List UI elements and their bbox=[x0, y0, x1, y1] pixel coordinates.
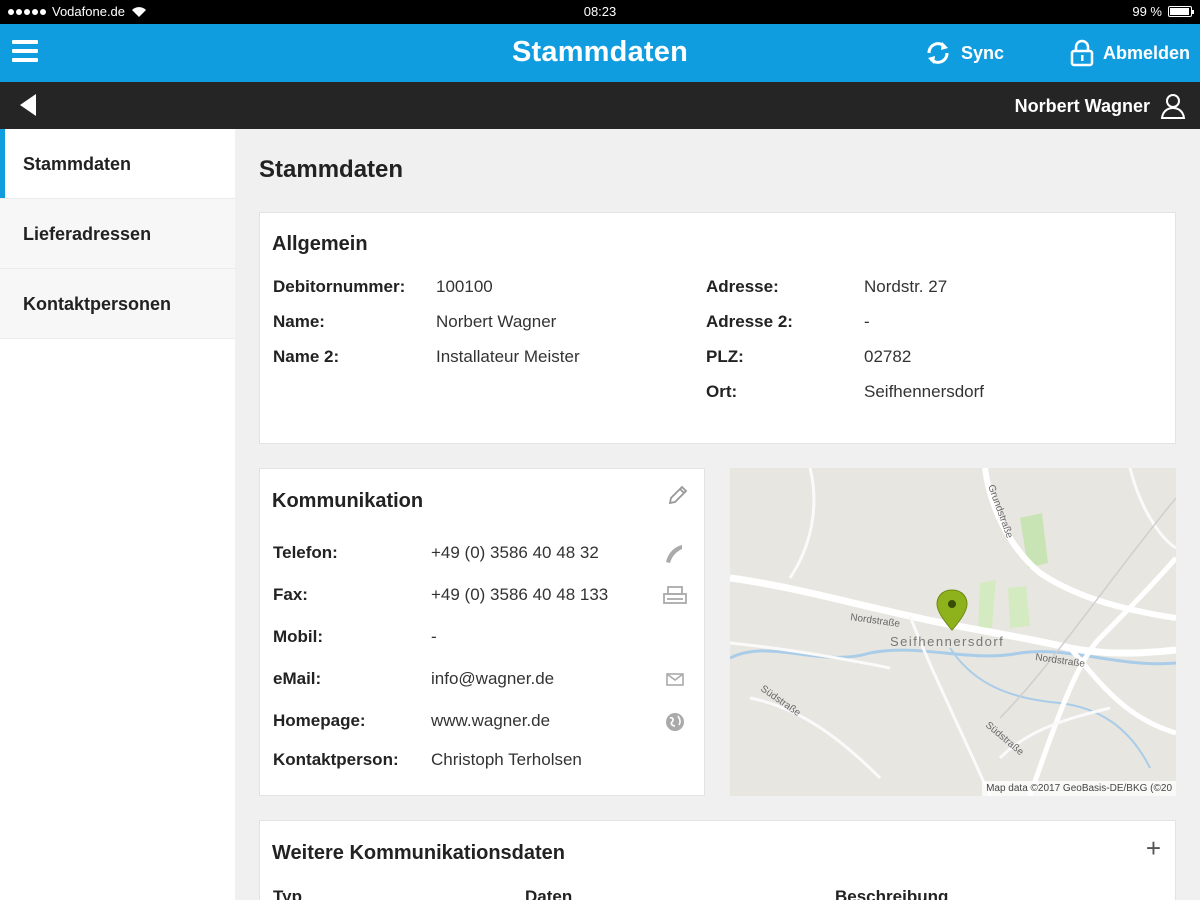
page-title: Stammdaten bbox=[259, 156, 404, 183]
field-label: Mobil: bbox=[273, 627, 324, 646]
field-value: 100100 bbox=[436, 277, 493, 296]
back-arrow-icon[interactable] bbox=[20, 94, 36, 116]
user-name: Norbert Wagner bbox=[1014, 95, 1150, 116]
lock-icon bbox=[1070, 39, 1094, 67]
sidebar-item-stammdaten[interactable]: Stammdaten bbox=[0, 129, 235, 199]
field-label: Name 2: bbox=[273, 347, 340, 366]
field-value: Installateur Meister bbox=[436, 347, 580, 366]
location-map[interactable]: Nordstraße Nordstraße Südstraße Südstraß… bbox=[730, 468, 1176, 796]
field-label: Ort: bbox=[706, 382, 738, 401]
battery-icon bbox=[1168, 6, 1194, 17]
sync-icon bbox=[927, 42, 949, 64]
email-value[interactable]: info@wagner.de bbox=[431, 669, 554, 689]
field-label: Debitornummer: bbox=[273, 277, 406, 296]
field-label: Fax: bbox=[273, 585, 308, 604]
field-label: Kontaktperson: bbox=[273, 750, 399, 769]
column-header-typ: Typ bbox=[273, 887, 302, 900]
pencil-icon[interactable] bbox=[666, 483, 690, 507]
user-info[interactable]: Norbert Wagner bbox=[1015, 93, 1186, 119]
add-icon[interactable]: + bbox=[1146, 833, 1161, 864]
user-icon bbox=[1160, 94, 1186, 119]
town-label: Seifhennersdorf bbox=[890, 634, 1004, 649]
phone-value[interactable]: +49 (0) 3586 40 48 32 bbox=[431, 543, 599, 563]
field-value: 02782 bbox=[864, 347, 912, 366]
sidebar-item-kontaktpersonen[interactable]: Kontaktpersonen bbox=[0, 269, 235, 339]
field-label: Adresse: bbox=[706, 277, 779, 296]
printer-icon[interactable] bbox=[662, 585, 688, 607]
sync-button[interactable]: Sync bbox=[924, 39, 1004, 67]
column-header-beschreibung: Beschreibung bbox=[835, 887, 949, 900]
additional-communication-card: Weitere Kommunikationsdaten + Typ Daten … bbox=[259, 820, 1176, 900]
additional-communication-heading: Weitere Kommunikationsdaten bbox=[272, 842, 566, 864]
map-canvas[interactable]: Nordstraße Nordstraße Südstraße Südstraß… bbox=[730, 468, 1176, 796]
field-label: eMail: bbox=[273, 669, 322, 688]
header-title: Stammdaten bbox=[511, 36, 689, 68]
column-header-daten: Daten bbox=[525, 887, 573, 900]
general-heading: Allgemein bbox=[272, 233, 368, 255]
logout-label: Abmelden bbox=[1103, 42, 1191, 63]
communication-heading: Kommunikation bbox=[272, 490, 424, 512]
sync-label: Sync bbox=[961, 42, 1005, 63]
map-attribution: Map data ©2017 GeoBasis-DE/BKG (©20 bbox=[982, 781, 1176, 796]
field-value: - bbox=[864, 312, 870, 331]
field-value: Nordstr. 27 bbox=[864, 277, 948, 296]
field-label: PLZ: bbox=[706, 347, 744, 366]
battery-percent: 99 % bbox=[1132, 4, 1162, 19]
battery-info: 99 % bbox=[1132, 4, 1194, 19]
status-bar: Vodafone.de 08:23 99 % bbox=[0, 0, 1200, 24]
field-label: Adresse 2: bbox=[706, 312, 793, 331]
phone-icon[interactable] bbox=[662, 543, 688, 565]
mobile-value: - bbox=[431, 627, 437, 646]
sidebar: Stammdaten Lieferadressen Kontaktpersone… bbox=[0, 129, 235, 900]
app-header: Stammdaten Sync Abmelden bbox=[0, 24, 1200, 82]
field-label: Name: bbox=[273, 312, 325, 331]
contact-person-value: Christoph Terholsen bbox=[431, 750, 582, 769]
mail-icon[interactable] bbox=[662, 669, 688, 691]
field-value: Norbert Wagner bbox=[436, 312, 557, 331]
logout-button[interactable]: Abmelden bbox=[1070, 39, 1190, 67]
field-value: Seifhennersdorf bbox=[864, 382, 985, 401]
globe-icon[interactable] bbox=[662, 711, 688, 733]
communication-card: Kommunikation Telefon: +49 (0) 3586 40 4… bbox=[259, 468, 705, 796]
sub-header: Norbert Wagner bbox=[0, 82, 1200, 129]
status-time: 08:23 bbox=[583, 4, 617, 19]
general-card: Allgemein Debitornummer: 100100 Name: No… bbox=[259, 212, 1176, 444]
field-label: Homepage: bbox=[273, 711, 366, 730]
homepage-value[interactable]: www.wagner.de bbox=[431, 711, 550, 731]
field-label: Telefon: bbox=[273, 543, 338, 562]
fax-value: +49 (0) 3586 40 48 133 bbox=[431, 585, 609, 604]
sidebar-item-lieferadressen[interactable]: Lieferadressen bbox=[0, 199, 235, 269]
